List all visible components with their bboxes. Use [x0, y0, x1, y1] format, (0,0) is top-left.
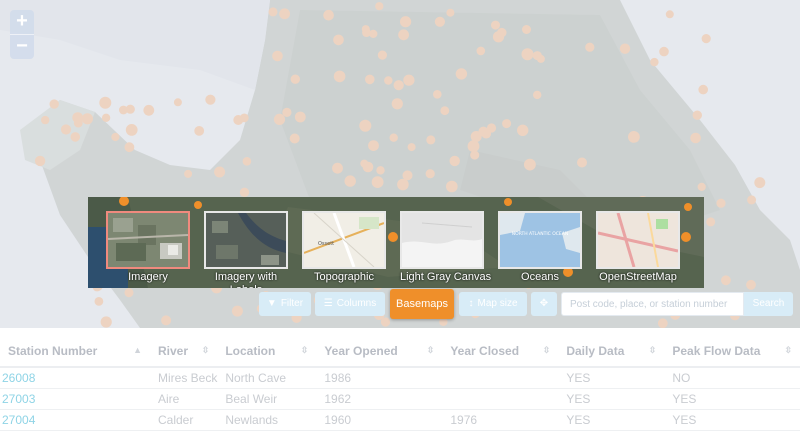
- zoom-control: + −: [10, 10, 34, 59]
- basemaps-label: Basemaps: [396, 298, 448, 310]
- basemap-oceans[interactable]: NORTH ATLANTIC OCEAN Oceans: [498, 211, 582, 284]
- peak-flow-data-cell: YES: [664, 388, 800, 410]
- map-size-button[interactable]: ↕ Map size: [459, 292, 527, 316]
- topographic-thumbnail: Ossett: [302, 211, 386, 269]
- column-header-year-opened[interactable]: Year Opened ⇳: [316, 336, 443, 368]
- column-header-year-closed[interactable]: Year Closed ⇳: [442, 336, 559, 368]
- filter-label: Filter: [280, 298, 304, 309]
- imagery-labels-thumbnail: [204, 211, 288, 269]
- sort-ascending-icon: ▲: [133, 345, 142, 355]
- map-size-label: Map size: [477, 298, 518, 309]
- river-cell: Calder: [150, 409, 218, 431]
- svg-text:NORTH ATLANTIC OCEAN: NORTH ATLANTIC OCEAN: [512, 231, 568, 237]
- filter-icon: ▼: [266, 298, 277, 309]
- table-row[interactable]: 27004 Calder Newlands 1960 1976 YES YES: [0, 409, 800, 431]
- zoom-in-button[interactable]: +: [10, 10, 34, 34]
- basemap-label: OpenStreetMap: [599, 271, 677, 283]
- zoom-out-button[interactable]: −: [10, 34, 34, 59]
- sort-icon: ⇳: [300, 345, 309, 355]
- sort-icon: ⇳: [201, 345, 210, 355]
- basemap-label: Imagery: [128, 271, 168, 283]
- column-header-daily-data[interactable]: Daily Data ⇳: [558, 336, 665, 368]
- daily-data-cell: YES: [558, 388, 665, 410]
- sort-icon: ⇳: [784, 345, 792, 355]
- daily-data-cell: YES: [558, 409, 665, 431]
- crosshair-icon: ✥: [539, 298, 549, 309]
- basemap-label: Light Gray Canvas: [400, 271, 492, 283]
- svg-text:Ossett: Ossett: [318, 241, 334, 247]
- search-input[interactable]: [561, 292, 744, 316]
- year-opened-cell: 1986: [316, 367, 443, 389]
- basemap-light-gray[interactable]: Light Gray Canvas: [400, 211, 492, 284]
- columns-icon: ☰: [323, 298, 333, 309]
- year-opened-cell: 1960: [316, 409, 443, 431]
- year-closed-cell: 1976: [442, 409, 559, 431]
- columns-button[interactable]: ☰ Columns: [315, 292, 385, 316]
- peak-flow-data-cell: NO: [664, 367, 800, 389]
- resize-vertical-icon: ↕: [468, 298, 474, 309]
- year-opened-cell: 1962: [316, 388, 443, 410]
- column-header-station-number[interactable]: Station Number ▲: [0, 336, 150, 368]
- river-cell: Mires Beck: [150, 367, 218, 389]
- map-view[interactable]: + − Imagery Imagery with Ossett Topograp…: [0, 0, 800, 328]
- daily-data-cell: YES: [558, 367, 665, 389]
- year-closed-cell: [442, 367, 559, 389]
- location-cell: North Cave: [217, 367, 317, 389]
- year-closed-cell: [442, 388, 559, 410]
- peak-flow-data-cell: YES: [664, 409, 800, 431]
- basemap-topographic[interactable]: Ossett Topographic: [302, 211, 386, 284]
- search-button[interactable]: Search: [744, 292, 793, 316]
- basemaps-button[interactable]: Basemaps: [390, 289, 454, 319]
- stations-table: Station Number ▲ River ⇳ Location ⇳ Year…: [0, 336, 800, 431]
- station-number-link[interactable]: 27003: [0, 388, 150, 410]
- basemap-label: Topographic: [314, 271, 374, 283]
- location-cell: Beal Weir: [217, 388, 317, 410]
- table-row[interactable]: 27003 Aire Beal Weir 1962 YES YES: [0, 388, 800, 410]
- sort-icon: ⇳: [426, 345, 435, 355]
- station-number-link[interactable]: 27004: [0, 409, 150, 431]
- column-header-peak-flow-data[interactable]: Peak Flow Data ⇳: [664, 336, 800, 368]
- basemap-imagery[interactable]: Imagery: [106, 211, 190, 284]
- table-header-row: Station Number ▲ River ⇳ Location ⇳ Year…: [0, 336, 800, 368]
- column-header-location[interactable]: Location ⇳: [217, 336, 317, 368]
- station-number-link[interactable]: 26008: [0, 367, 150, 389]
- columns-label: Columns: [336, 298, 377, 309]
- location-cell: Newlands: [217, 409, 317, 431]
- light-gray-thumbnail: [400, 211, 484, 269]
- locate-button[interactable]: ✥: [531, 292, 557, 316]
- basemap-imagery-labels[interactable]: Imagery with Labels: [204, 211, 288, 288]
- imagery-thumbnail: [106, 211, 190, 269]
- table-row[interactable]: 26008 Mires Beck North Cave 1986 YES NO: [0, 367, 800, 389]
- basemap-gallery: Imagery Imagery with Labels: [88, 197, 704, 288]
- filter-button[interactable]: ▼ Filter: [259, 292, 311, 316]
- column-header-river[interactable]: River ⇳: [150, 336, 218, 368]
- basemap-label: Oceans: [521, 271, 559, 283]
- sort-icon: ⇳: [542, 345, 551, 355]
- basemap-openstreetmap[interactable]: OpenStreetMap: [596, 211, 680, 284]
- basemap-label: Imagery with Labels: [214, 271, 278, 288]
- sort-icon: ⇳: [648, 345, 657, 355]
- oceans-thumbnail: NORTH ATLANTIC OCEAN: [498, 211, 582, 269]
- openstreetmap-thumbnail: [596, 211, 680, 269]
- search-label: Search: [752, 298, 785, 309]
- river-cell: Aire: [150, 388, 218, 410]
